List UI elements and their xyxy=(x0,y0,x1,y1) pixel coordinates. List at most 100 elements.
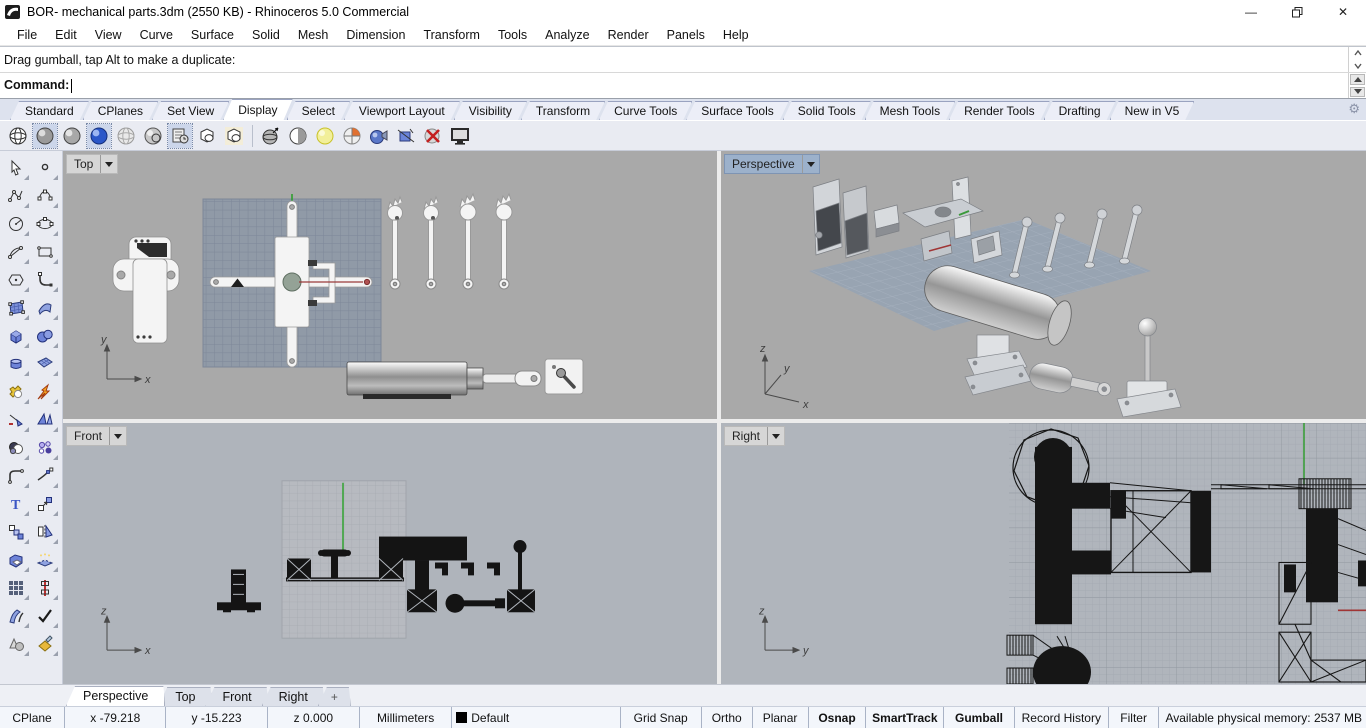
material-icon[interactable] xyxy=(32,630,59,657)
viewport-tab-front[interactable]: Front xyxy=(205,687,268,706)
control-point-curve-icon[interactable] xyxy=(32,182,59,209)
tab-viewport-layout[interactable]: Viewport Layout xyxy=(344,101,460,120)
restore-button[interactable] xyxy=(1274,0,1320,24)
surface-from-points-icon[interactable] xyxy=(3,294,30,321)
grid-array-icon[interactable] xyxy=(3,574,30,601)
sphere-icon[interactable] xyxy=(32,322,59,349)
right-view-canvas[interactable]: z y xyxy=(721,423,1366,684)
menu-help[interactable]: Help xyxy=(714,26,758,44)
toggle-smarttrack[interactable]: SmartTrack xyxy=(866,707,945,728)
minimize-button[interactable]: — xyxy=(1228,0,1274,24)
paneled-surface-icon[interactable] xyxy=(32,350,59,377)
rendered-viewport-icon[interactable] xyxy=(86,122,112,149)
tab-display[interactable]: Display xyxy=(223,99,292,120)
shaded-sphere-icon[interactable] xyxy=(60,124,84,148)
toggle-record-history[interactable]: Record History xyxy=(1015,707,1109,728)
fillet-curve-icon[interactable] xyxy=(3,462,30,489)
cylinder-icon[interactable] xyxy=(3,350,30,377)
box-icon[interactable] xyxy=(3,322,30,349)
polyline-icon[interactable] xyxy=(3,182,30,209)
tab-cplanes[interactable]: CPlanes xyxy=(83,101,158,120)
ellipse-icon[interactable] xyxy=(32,210,59,237)
point-icon[interactable] xyxy=(32,154,59,181)
tab-select[interactable]: Select xyxy=(287,101,350,120)
menu-render[interactable]: Render xyxy=(599,26,658,44)
menu-curve[interactable]: Curve xyxy=(131,26,182,44)
viewport-top[interactable]: y x Top xyxy=(63,151,717,419)
menu-mesh[interactable]: Mesh xyxy=(289,26,338,44)
menu-transform[interactable]: Transform xyxy=(414,26,489,44)
pen-viewport-icon[interactable] xyxy=(222,124,246,148)
viewport-tab-right[interactable]: Right xyxy=(262,687,325,706)
axis-sphere-icon[interactable] xyxy=(340,124,364,148)
tab-new-in-v5[interactable]: New in V5 xyxy=(1110,101,1195,120)
viewport-right[interactable]: z y Right xyxy=(721,423,1366,684)
command-spinner[interactable] xyxy=(1348,73,1366,98)
viewport-right-label[interactable]: Right xyxy=(724,426,786,446)
trim-icon[interactable] xyxy=(3,406,30,433)
toggle-gumball[interactable]: Gumball xyxy=(944,707,1015,728)
array-on-surface-icon[interactable] xyxy=(32,546,59,573)
toggle-osnap[interactable]: Osnap xyxy=(809,707,867,728)
polygon-icon[interactable] xyxy=(3,266,30,293)
viewport-top-dropdown-icon[interactable] xyxy=(100,155,117,173)
viewport-front-label[interactable]: Front xyxy=(66,426,128,446)
circle-icon[interactable] xyxy=(3,210,30,237)
explode-icon[interactable] xyxy=(32,378,59,405)
menu-edit[interactable]: Edit xyxy=(46,26,86,44)
check-icon[interactable] xyxy=(32,602,59,629)
menu-surface[interactable]: Surface xyxy=(182,26,243,44)
menu-tools[interactable]: Tools xyxy=(489,26,536,44)
viewport-front-dropdown-icon[interactable] xyxy=(109,427,126,445)
scroll-up-icon[interactable] xyxy=(1349,47,1366,60)
top-view-canvas[interactable]: y x xyxy=(63,151,717,419)
fullscreen-monitor-icon[interactable] xyxy=(448,124,472,148)
split-icon[interactable] xyxy=(32,406,59,433)
boolean-icon[interactable] xyxy=(3,378,30,405)
toggle-grid-snap[interactable]: Grid Snap xyxy=(621,707,702,728)
command-input[interactable]: Command: xyxy=(0,78,1348,93)
tab-visibility[interactable]: Visibility xyxy=(454,101,527,120)
tab-standard[interactable]: Standard xyxy=(10,101,89,120)
menu-panels[interactable]: Panels xyxy=(658,26,714,44)
offset-icon[interactable] xyxy=(3,602,30,629)
scroll-down-icon[interactable] xyxy=(1349,60,1366,73)
units-pane[interactable]: Millimeters xyxy=(360,707,453,728)
viewport-right-dropdown-icon[interactable] xyxy=(767,427,784,445)
close-button[interactable]: ✕ xyxy=(1320,0,1366,24)
tab-drafting[interactable]: Drafting xyxy=(1044,101,1116,120)
remove-clipping-icon[interactable] xyxy=(421,124,445,148)
viewport-tab-top[interactable]: Top xyxy=(158,687,212,706)
menu-solid[interactable]: Solid xyxy=(243,26,289,44)
curved-surface-icon[interactable] xyxy=(32,294,59,321)
point-cloud-icon[interactable] xyxy=(32,434,59,461)
viewport-perspective[interactable]: z y x Perspective xyxy=(721,151,1366,419)
curve-boolean-icon[interactable] xyxy=(3,434,30,461)
toggle-filter[interactable]: Filter xyxy=(1109,707,1160,728)
gear-icon[interactable]: ⚙ xyxy=(1348,101,1360,117)
menu-analyze[interactable]: Analyze xyxy=(536,26,598,44)
tab-mesh-tools[interactable]: Mesh Tools xyxy=(865,101,955,120)
tab-curve-tools[interactable]: Curve Tools xyxy=(599,101,692,120)
sun-sphere-icon[interactable] xyxy=(313,124,337,148)
menu-view[interactable]: View xyxy=(86,26,131,44)
command-history-scrollbar[interactable] xyxy=(1348,47,1366,72)
text-icon[interactable]: T xyxy=(3,490,30,517)
toggle-ortho[interactable]: Ortho xyxy=(702,707,753,728)
viewport-tab-perspective[interactable]: Perspective xyxy=(66,686,165,706)
copy-icon[interactable] xyxy=(3,518,30,545)
rectangle-icon[interactable] xyxy=(32,238,59,265)
primitives-icon[interactable] xyxy=(3,630,30,657)
cplane-pane[interactable]: CPlane xyxy=(0,707,66,728)
render-all-viewports-icon[interactable] xyxy=(259,124,283,148)
front-view-canvas[interactable]: z x xyxy=(63,423,717,684)
artistic-viewport-icon[interactable] xyxy=(195,124,219,148)
viewport-front[interactable]: z x Front xyxy=(63,423,717,684)
perspective-view-canvas[interactable]: z y x xyxy=(721,151,1366,419)
tab-surface-tools[interactable]: Surface Tools xyxy=(686,101,789,120)
spin-up-icon[interactable] xyxy=(1350,74,1365,85)
wireframe-viewport-icon[interactable] xyxy=(6,124,30,148)
clipping-plane-icon[interactable] xyxy=(394,124,418,148)
viewport-perspective-label[interactable]: Perspective xyxy=(724,154,820,174)
camera-sphere-icon[interactable] xyxy=(367,124,391,148)
